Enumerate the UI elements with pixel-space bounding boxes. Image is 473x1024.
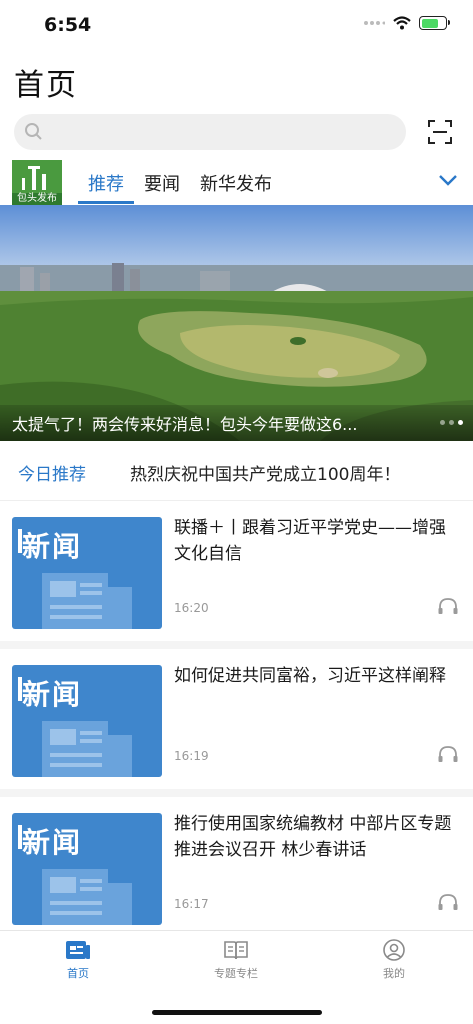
search-bar[interactable] — [14, 114, 406, 150]
tab-xinhua[interactable]: 新华发布 — [190, 162, 282, 204]
today-recommend-text[interactable]: 热烈庆祝中国共产党成立100周年！ — [130, 460, 400, 485]
news-title[interactable]: 如何促进共同富裕，习近平这样阐释 — [174, 663, 460, 689]
today-recommend[interactable]: 今日推荐 热烈庆祝中国共产党成立100周年！ — [0, 441, 473, 501]
tabbar-label: 专题专栏 — [214, 967, 258, 980]
channel-logo[interactable]: 包头发布 — [12, 160, 62, 205]
news-thumbnail: 新闻 — [12, 665, 162, 777]
tabbar-item-topics[interactable]: 专题专栏 — [176, 939, 296, 981]
news-time: 16:20 — [174, 601, 209, 615]
chevron-down-icon[interactable] — [438, 174, 458, 186]
tabbar-item-mine[interactable]: 我的 — [334, 939, 454, 981]
carousel-dot[interactable] — [440, 420, 445, 425]
newspaper-icon — [18, 677, 132, 777]
carousel-dots — [440, 420, 463, 425]
tabbar-item-home[interactable]: 首页 — [18, 939, 138, 981]
search-icon — [25, 123, 42, 140]
newspaper-icon — [18, 825, 132, 925]
tabbar-label: 我的 — [383, 967, 405, 980]
signal-icon — [364, 21, 385, 25]
news-list-item[interactable]: 新闻 联播＋丨跟着习近平学党史——增强文化自信 16:20 — [0, 501, 473, 649]
carousel-dot-active[interactable] — [458, 420, 463, 425]
news-title[interactable]: 联播＋丨跟着习近平学党史——增强文化自信 — [174, 515, 460, 567]
today-recommend-label: 今日推荐 — [18, 465, 86, 485]
news-icon — [66, 941, 90, 959]
news-list-item[interactable]: 新闻 推行使用国家统编教材 中部片区专题推进会议召开 林少春讲话 16:17 — [0, 797, 473, 945]
home-indicator — [152, 1010, 322, 1015]
news-thumbnail: 新闻 — [12, 813, 162, 925]
logo-skyline-icon — [12, 160, 62, 194]
profile-icon — [383, 939, 405, 961]
newspaper-icon — [18, 529, 132, 629]
banner-caption-text: 太提气了！两会传来好消息！包头今年要做这6... — [12, 415, 358, 434]
news-time: 16:17 — [174, 897, 209, 911]
tab-headlines[interactable]: 要闻 — [134, 162, 190, 204]
logo-label: 包头发布 — [12, 193, 62, 205]
channel-tabs: 推荐 要闻 新华发布 — [78, 162, 282, 204]
news-thumbnail: 新闻 — [12, 517, 162, 629]
carousel-dot[interactable] — [449, 420, 454, 425]
scan-icon[interactable] — [426, 118, 454, 146]
headphone-icon[interactable] — [437, 893, 459, 911]
status-bar: 6:54 — [0, 0, 473, 50]
banner-carousel[interactable]: 太提气了！两会传来好消息！包头今年要做这6... — [0, 205, 473, 441]
book-icon — [224, 941, 248, 960]
news-title[interactable]: 推行使用国家统编教材 中部片区专题推进会议召开 林少春讲话 — [174, 811, 460, 863]
search-input[interactable] — [54, 114, 394, 150]
tabbar-label: 首页 — [67, 967, 89, 980]
page-title: 首页 — [14, 68, 78, 103]
tab-recommend[interactable]: 推荐 — [78, 162, 134, 204]
status-icons — [363, 16, 450, 30]
wifi-icon — [393, 16, 411, 30]
news-list-item[interactable]: 新闻 如何促进共同富裕，习近平这样阐释 16:19 — [0, 649, 473, 797]
banner-caption: 太提气了！两会传来好消息！包头今年要做这6... — [0, 405, 473, 441]
status-time: 6:54 — [44, 14, 92, 36]
battery-icon — [419, 16, 450, 30]
headphone-icon[interactable] — [437, 597, 459, 615]
news-time: 16:19 — [174, 749, 209, 763]
headphone-icon[interactable] — [437, 745, 459, 763]
